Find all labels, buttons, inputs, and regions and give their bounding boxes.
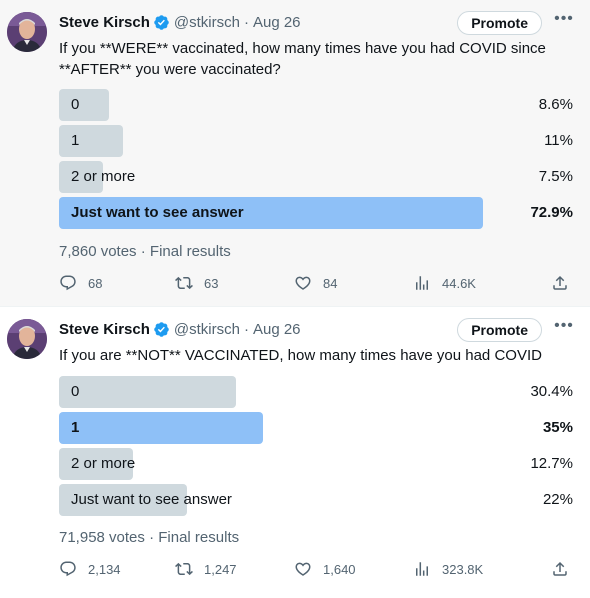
- tweet-actions: 2,134 1,247 1,640 323.8K: [59, 560, 575, 580]
- promote-button[interactable]: Promote: [457, 11, 542, 35]
- avatar[interactable]: [7, 319, 47, 359]
- views-button[interactable]: 323.8K: [413, 560, 483, 578]
- heart-icon: [295, 562, 311, 576]
- promote-button[interactable]: Promote: [457, 318, 542, 342]
- poll-option-percent: 72.9%: [530, 204, 573, 221]
- poll-option-percent: 8.6%: [538, 96, 573, 113]
- poll-option: 2 or more 12.7%: [59, 448, 573, 480]
- views-icon: [416, 562, 428, 576]
- poll-bar: [59, 376, 236, 408]
- retweet-button[interactable]: 63: [175, 274, 218, 292]
- poll-option: 1 11%: [59, 125, 573, 157]
- share-button[interactable]: [551, 274, 569, 292]
- tweet[interactable]: Steve Kirsch @stkirsch · Aug 26 Promote …: [0, 0, 590, 307]
- like-button[interactable]: 84: [294, 274, 337, 292]
- tweet-text: If you are **NOT** VACCINATED, how many …: [59, 347, 542, 364]
- like-button[interactable]: 1,640: [294, 560, 356, 578]
- retweet-icon: [175, 276, 193, 290]
- views-icon: [416, 276, 428, 290]
- retweet-count: 63: [204, 275, 219, 291]
- retweet-count: 1,247: [204, 561, 237, 577]
- like-count: 1,640: [323, 561, 356, 577]
- poll-option-percent: 7.5%: [538, 168, 573, 185]
- poll-option-label: 2 or more: [71, 455, 136, 472]
- retweet-icon: [175, 562, 193, 576]
- poll-meta: 7,860 votes · Final results: [59, 243, 231, 260]
- poll-option-label: 2 or more: [71, 168, 136, 185]
- poll-option: 0 8.6%: [59, 89, 573, 121]
- poll-option-percent: 30.4%: [530, 383, 573, 400]
- poll-option: 2 or more 7.5%: [59, 161, 573, 193]
- share-icon: [553, 561, 567, 576]
- views-count: 323.8K: [442, 561, 484, 577]
- more-icon[interactable]: •••: [554, 11, 574, 31]
- reply-icon: [60, 561, 76, 577]
- retweet-button[interactable]: 1,247: [175, 560, 237, 578]
- poll-option: 0 30.4%: [59, 376, 573, 408]
- poll-bar: [59, 89, 110, 121]
- poll-bar: [59, 125, 123, 157]
- author-name[interactable]: Steve Kirsch: [59, 321, 150, 338]
- poll-option-label: 0: [71, 96, 80, 113]
- author-name[interactable]: Steve Kirsch: [59, 14, 150, 31]
- avatar[interactable]: [7, 12, 47, 52]
- tweet-header: Steve Kirsch @stkirsch · Aug 26: [59, 319, 301, 339]
- heart-icon: [295, 276, 311, 290]
- poll-status: Final results: [158, 529, 240, 546]
- reply-button[interactable]: 68: [59, 274, 102, 292]
- poll-status: Final results: [149, 243, 231, 260]
- poll: 0 30.4% 1 35% 2 or more 12.7% Just want …: [59, 376, 573, 520]
- tweet-actions: 68 63 84 44.6K: [59, 274, 575, 294]
- verified-badge-icon[interactable]: [153, 321, 170, 338]
- poll-option-label: Just want to see answer: [71, 204, 244, 221]
- poll-option-label: 1: [71, 419, 80, 436]
- views-button[interactable]: 44.6K: [413, 274, 476, 292]
- separator-dot: ·: [140, 243, 150, 260]
- share-icon: [553, 275, 567, 290]
- poll-option-label: 0: [71, 383, 80, 400]
- author-handle[interactable]: @stkirsch: [174, 14, 240, 31]
- tweet-date[interactable]: Aug 26: [253, 321, 301, 338]
- reply-count: 2,134: [88, 561, 121, 577]
- author-handle[interactable]: @stkirsch: [174, 321, 240, 338]
- poll-option: Just want to see answer 72.9%: [59, 197, 573, 229]
- share-button[interactable]: [551, 560, 569, 578]
- poll-option-percent: 11%: [544, 132, 573, 149]
- tweet-text: If you **WERE** vaccinated, how many tim…: [59, 40, 546, 78]
- views-count: 44.6K: [442, 275, 476, 291]
- poll-meta: 71,958 votes · Final results: [59, 529, 239, 546]
- poll-bar: [59, 412, 263, 444]
- tweet[interactable]: Steve Kirsch @stkirsch · Aug 26 Promote …: [0, 307, 590, 598]
- poll-option-percent: 12.7%: [530, 455, 573, 472]
- poll-option-label: 1: [71, 132, 80, 149]
- tweet-header: Steve Kirsch @stkirsch · Aug 26: [59, 12, 301, 32]
- poll-option: 1 35%: [59, 412, 573, 444]
- more-icon[interactable]: •••: [554, 318, 574, 338]
- poll: 0 8.6% 1 11% 2 or more 7.5% Just want to…: [59, 89, 573, 233]
- reply-button[interactable]: 2,134: [59, 560, 121, 578]
- like-count: 84: [323, 275, 338, 291]
- poll-option-percent: 35%: [542, 419, 573, 436]
- separator-dot: ·: [243, 13, 249, 31]
- separator-dot: ·: [149, 529, 159, 546]
- separator-dot: ·: [243, 320, 249, 338]
- reply-count: 68: [88, 275, 103, 291]
- tweet-date[interactable]: Aug 26: [253, 14, 301, 31]
- reply-icon: [60, 275, 76, 291]
- verified-badge-icon[interactable]: [153, 14, 170, 31]
- poll-votes: 7,860 votes: [59, 243, 137, 260]
- poll-option: Just want to see answer 22%: [59, 484, 573, 516]
- poll-votes: 71,958 votes: [59, 529, 145, 546]
- poll-option-label: Just want to see answer: [71, 491, 232, 508]
- poll-option-percent: 22%: [542, 491, 573, 508]
